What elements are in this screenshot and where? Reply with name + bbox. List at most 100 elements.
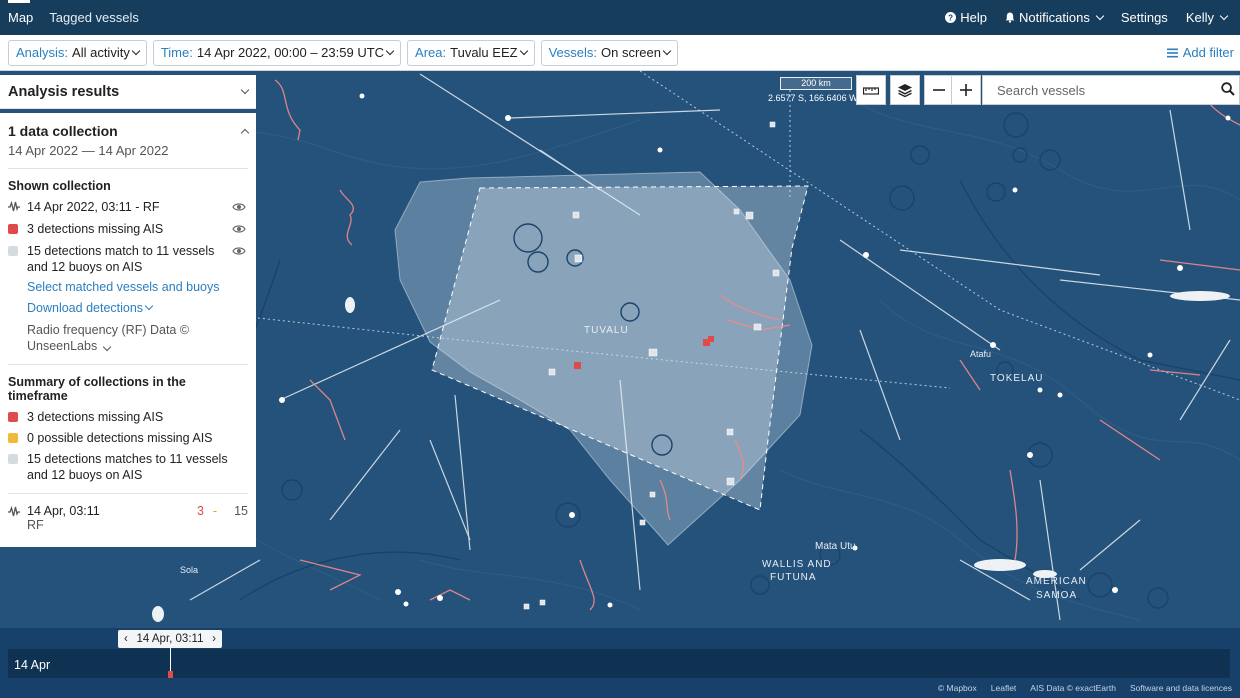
plus-icon xyxy=(960,84,972,96)
download-detections-label: Download detections xyxy=(27,301,144,315)
credit-licences[interactable]: Software and data licences xyxy=(1130,683,1232,693)
analysis-results-title: Analysis results xyxy=(8,83,120,100)
map-label-sola: Sola xyxy=(180,565,198,575)
count-separator: - xyxy=(212,504,218,518)
credit-ais[interactable]: AIS Data © exactEarth xyxy=(1030,683,1116,693)
eye-icon[interactable] xyxy=(232,200,248,216)
summary-label: Summary of collections in the timeframe xyxy=(8,375,186,403)
summary-swatch xyxy=(8,433,18,443)
timeline-collection-marker[interactable] xyxy=(168,671,173,678)
summary-item: 3 detections missing AIS xyxy=(8,409,248,425)
map-label-wallis: WALLIS AND xyxy=(762,559,832,570)
missing-ais-item[interactable]: 3 detections missing AIS xyxy=(8,221,248,238)
matched-detections-item[interactable]: 15 detections match to 11 vessels and 12… xyxy=(8,243,248,275)
eye-icon[interactable] xyxy=(232,244,248,260)
cursor-coordinates: 2.6577 S, 166.6406 W xyxy=(768,93,858,103)
chevron-right-icon[interactable]: › xyxy=(212,633,216,645)
divider xyxy=(8,364,248,365)
analysis-filter-value: All activity xyxy=(72,45,130,60)
settings-link[interactable]: Settings xyxy=(1112,10,1177,25)
timeline-current-time: ‹ 14 Apr, 03:11 › xyxy=(118,630,222,648)
chevron-down-icon[interactable] xyxy=(240,85,250,94)
help-link[interactable]: ? Help xyxy=(936,10,996,25)
summary-swatch xyxy=(8,454,18,464)
missing-ais-swatch xyxy=(8,224,18,234)
area-filter[interactable]: Area: Tuvalu EEZ xyxy=(407,39,535,66)
zoom-in-button[interactable] xyxy=(951,75,981,105)
analysis-filter[interactable]: Analysis: All activity xyxy=(8,39,147,66)
layers-button[interactable] xyxy=(890,75,920,105)
chevron-down-icon xyxy=(519,46,528,55)
chevron-down-icon xyxy=(131,46,141,55)
analysis-filter-key: Analysis: xyxy=(16,45,69,60)
map-label-tuvalu: TUVALU xyxy=(584,325,629,336)
collection-summary-date: 14 Apr, 03:11 xyxy=(27,504,100,518)
tab-tagged-vessels-label: Tagged vessels xyxy=(49,10,139,25)
summary-text: 0 possible detections missing AIS xyxy=(27,431,213,445)
eye-icon[interactable] xyxy=(232,222,248,238)
timeline-date-label: 14 Apr xyxy=(14,658,51,672)
chevron-up-icon[interactable] xyxy=(240,128,250,138)
collection-summary-label: 14 Apr, 03:11 RF xyxy=(27,504,184,532)
divider xyxy=(8,168,248,169)
time-filter[interactable]: Time: 14 Apr 2022, 00:00 – 23:59 UTC xyxy=(152,39,402,66)
summary-item: 15 detections matches to 11 vessels and … xyxy=(8,451,248,483)
area-filter-value: Tuvalu EEZ xyxy=(450,45,518,60)
vessels-filter[interactable]: Vessels: On screen xyxy=(540,39,678,66)
chevron-down-icon xyxy=(102,342,111,352)
collection-date-range: 14 Apr 2022 — 14 Apr 2022 xyxy=(8,143,169,158)
rf-collection-label: 14 Apr 2022, 03:11 - RF xyxy=(27,200,160,214)
vessels-filter-value: On screen xyxy=(600,45,661,60)
map-label-american-samoa: SAMOA xyxy=(1036,590,1077,601)
matched-detections-label: 15 detections match to 11 vessels and 12… xyxy=(27,244,215,274)
search-icon[interactable] xyxy=(1221,82,1235,99)
search-input[interactable] xyxy=(983,76,1203,104)
nav-right: ? Help Notifications Settings Kelly xyxy=(936,0,1240,35)
scale-bar: 200 km xyxy=(780,77,852,90)
missing-ais-label: 3 detections missing AIS xyxy=(27,222,164,236)
help-label: Help xyxy=(960,10,988,25)
user-menu[interactable]: Kelly xyxy=(1177,10,1236,25)
matched-count: 15 xyxy=(234,504,248,518)
time-filter-value: 14 Apr 2022, 00:00 – 23:59 UTC xyxy=(196,45,385,60)
notifications-label: Notifications xyxy=(1019,10,1090,25)
add-filter-button[interactable]: Add filter xyxy=(1166,45,1234,60)
chevron-down-icon xyxy=(1095,11,1105,20)
time-filter-key: Time: xyxy=(160,45,193,60)
zoom-out-button[interactable] xyxy=(924,75,954,105)
minus-icon xyxy=(933,89,945,91)
tab-map[interactable]: Map xyxy=(0,0,41,35)
settings-label: Settings xyxy=(1120,10,1168,25)
summary-text: 3 detections missing AIS xyxy=(27,410,164,424)
credit-leaflet[interactable]: Leaflet xyxy=(991,683,1017,693)
data-source-provider[interactable]: UnseenLabs xyxy=(27,338,248,354)
rf-collection-item[interactable]: 14 Apr 2022, 03:11 - RF xyxy=(8,199,248,216)
missing-count: 3 xyxy=(197,504,204,518)
signal-wave-icon xyxy=(8,201,20,212)
ruler-button[interactable] xyxy=(856,75,886,105)
collection-section-header[interactable]: 1 data collection xyxy=(8,123,250,139)
collection-summary-row[interactable]: 14 Apr, 03:11 RF 3 - 15 xyxy=(8,504,248,532)
chevron-down-icon xyxy=(144,301,154,311)
tab-tagged-vessels[interactable]: Tagged vessels xyxy=(41,0,147,35)
credit-mapbox[interactable]: © Mapbox xyxy=(938,683,977,693)
notifications-menu[interactable]: Notifications xyxy=(996,10,1112,25)
select-matched-link[interactable]: Select matched vessels and buoys xyxy=(27,280,248,294)
bell-icon xyxy=(1005,12,1015,23)
collection-title: 1 data collection xyxy=(8,123,118,139)
area-filter-key: Area: xyxy=(415,45,447,60)
timeline-track[interactable] xyxy=(8,649,1230,678)
user-name: Kelly xyxy=(1185,10,1214,25)
filter-bar: Analysis: All activity Time: 14 Apr 2022… xyxy=(0,35,1240,71)
chevron-down-icon xyxy=(662,46,672,55)
chevron-left-icon[interactable]: ‹ xyxy=(124,633,128,645)
chevron-down-icon xyxy=(1219,11,1229,20)
data-source-label: Radio frequency (RF) Data © xyxy=(27,323,190,337)
vessels-filter-key: Vessels: xyxy=(548,45,597,60)
map-label-tokelau: TOKELAU xyxy=(990,373,1044,384)
download-detections-button[interactable]: Download detections xyxy=(27,301,248,315)
top-navigation: Map Tagged vessels ? Help Notifications … xyxy=(0,0,1240,35)
summary-text: 15 detections matches to 11 vessels and … xyxy=(27,452,228,482)
tab-map-label: Map xyxy=(8,10,34,25)
analysis-results-header[interactable]: Analysis results xyxy=(0,75,256,109)
